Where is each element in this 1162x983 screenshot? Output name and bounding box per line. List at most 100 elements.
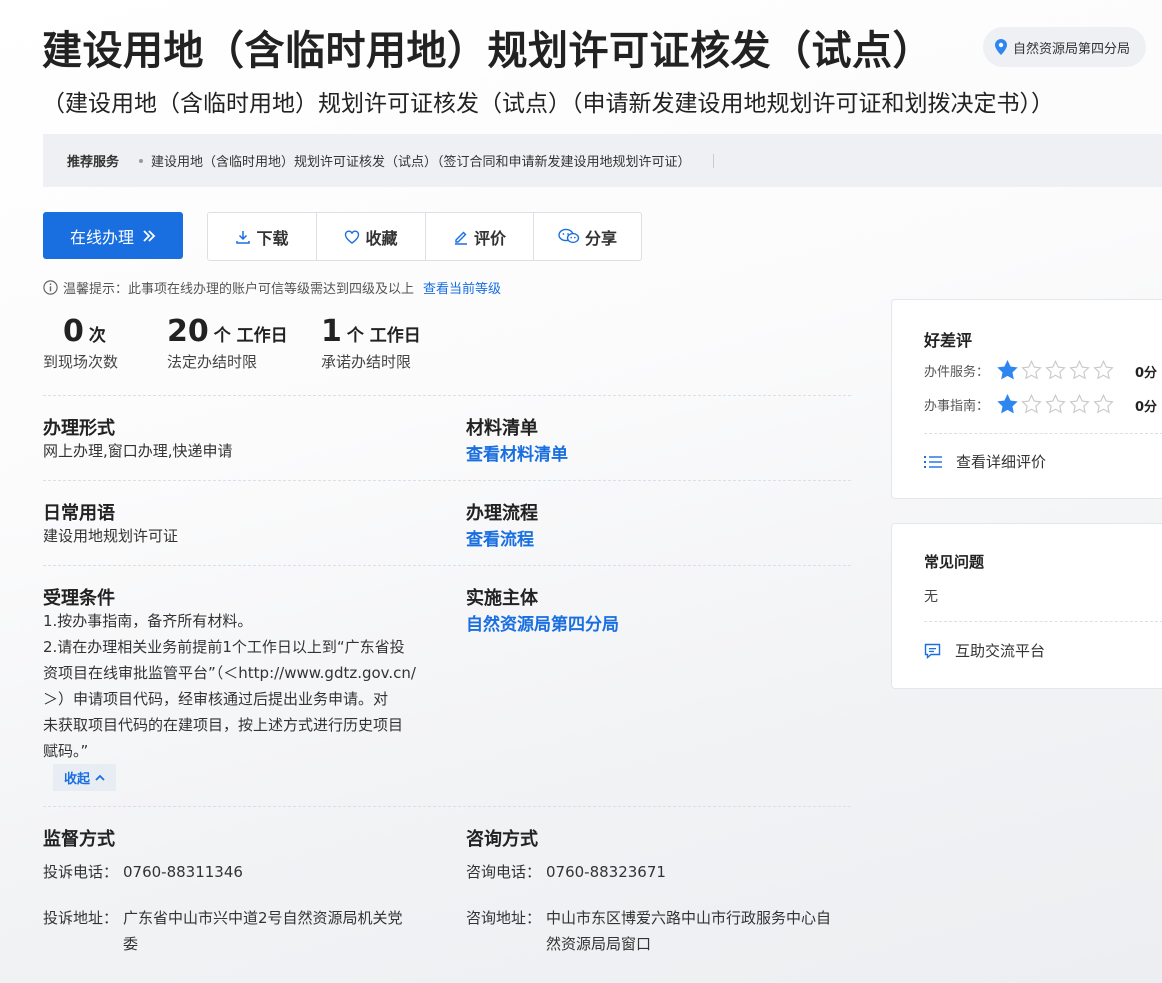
conditions-line: 1.按办事指南，备齐所有材料。	[43, 612, 253, 630]
star-rating	[997, 394, 1114, 414]
location-label: 自然资源局第四分局	[1013, 41, 1131, 57]
location-badge[interactable]: 自然资源局第四分局	[983, 27, 1147, 67]
list-icon	[924, 455, 942, 468]
complaint-address: 投诉地址： 广东省中山市兴中道2号自然资源局机关党 委	[43, 905, 403, 957]
complaint-phone-value: 0760-88311346	[123, 863, 243, 881]
stat-unit: 个 工作日	[346, 326, 421, 346]
location-pin-icon	[995, 39, 1007, 55]
view-process-link[interactable]: 查看流程	[466, 525, 534, 550]
process-title: 办理流程	[466, 503, 538, 524]
wechat-icon	[558, 228, 580, 244]
view-materials-link[interactable]: 查看材料清单	[466, 440, 568, 465]
favorite-button[interactable]: 收藏	[317, 213, 426, 260]
online-apply-button[interactable]: 在线办理	[43, 212, 183, 259]
divider	[924, 621, 1162, 622]
divider	[712, 153, 714, 168]
complaint-phone: 投诉电话： 0760-88311346	[43, 859, 243, 885]
download-button[interactable]: 下载	[208, 213, 317, 260]
form-title: 办理形式	[43, 418, 115, 439]
stat-value: 0	[63, 314, 84, 349]
rating-score: 0分	[1134, 366, 1157, 381]
detailed-review-label: 查看详细评价	[956, 453, 1047, 471]
common-term-value: 建设用地规划许可证	[43, 527, 179, 545]
star-empty-icon	[1069, 394, 1090, 414]
recommend-label: 推荐服务	[67, 155, 120, 170]
star-empty-icon	[1045, 360, 1066, 380]
bullet-dot	[139, 158, 144, 163]
faq-title: 常见问题	[924, 553, 985, 571]
collapse-button[interactable]: 收起	[53, 764, 116, 791]
star-empty-icon	[1021, 394, 1042, 414]
heart-icon	[345, 229, 360, 244]
rating-row: 办件服务：	[924, 360, 1114, 380]
star-empty-icon	[1093, 360, 1114, 380]
star-filled-icon	[997, 394, 1018, 414]
stat-value: 20	[167, 314, 209, 349]
supervision-title: 监督方式	[43, 829, 115, 850]
divider	[43, 565, 851, 566]
divider	[43, 806, 851, 807]
tip-line: 温馨提示：此事项在线办理的账户可信等级需达到四级及以上 查看当前等级	[43, 278, 501, 297]
faq-value: 无	[924, 589, 938, 605]
address-line: 中山市东区博爱六路中山市行政服务中心自	[546, 909, 832, 927]
chat-icon	[924, 643, 941, 659]
star-empty-icon	[1021, 360, 1042, 380]
chevron-up-icon	[95, 774, 105, 781]
favorite-label: 收藏	[365, 228, 398, 248]
consult-title: 咨询方式	[466, 829, 538, 850]
conditions-line: ＞）申请项目代码，经审核通过后提出业务申请。对	[43, 690, 389, 708]
double-chevron-right-icon	[143, 229, 156, 242]
tip-text: 温馨提示：此事项在线办理的账户可信等级需达到四级及以上	[63, 282, 415, 297]
address-line: 委	[123, 935, 139, 953]
conditions-line: 2.请在办理相关业务前提前1个工作日以上到“广东省投	[43, 638, 405, 656]
rating-panel: 好差评 办件服务： 0分 办事指南： 0分 查看详细评价	[891, 299, 1162, 499]
download-label: 下载	[256, 228, 289, 248]
consult-phone-value: 0760-88323671	[546, 863, 666, 881]
divider	[43, 480, 851, 481]
rating-label: 办事指南：	[924, 398, 990, 414]
stat-label: 法定办结时限	[167, 353, 258, 371]
stat-label: 承诺办结时限	[321, 353, 412, 371]
check-level-link[interactable]: 查看当前等级	[423, 278, 501, 297]
address-line: 然资源局局窗口	[546, 935, 652, 953]
address-line: 广东省中山市兴中道2号自然资源局机关党	[123, 909, 403, 927]
star-filled-icon	[997, 360, 1018, 380]
consult-address: 咨询地址： 中山市东区博爱六路中山市行政服务中心自 然资源局局窗口	[466, 905, 831, 957]
share-label: 分享	[584, 228, 617, 248]
recommend-bar: 推荐服务 建设用地（含临时用地）规划许可证核发（试点）（签订合同和申请新发建设用…	[43, 134, 1162, 187]
star-empty-icon	[1045, 394, 1066, 414]
edit-icon	[454, 231, 467, 245]
collapse-label: 收起	[63, 772, 90, 787]
form-value: 网上办理,窗口办理,快递申请	[43, 442, 233, 460]
subject-title: 实施主体	[466, 588, 538, 609]
conditions-line: 未获取项目代码的在建项目，按上述方式进行历史项目	[43, 716, 404, 734]
divider	[43, 395, 851, 396]
page-subtitle: （建设用地（含临时用地）规划许可证核发（试点）（申请新发建设用地规划许可证和划拨…	[42, 91, 1054, 117]
materials-title: 材料清单	[466, 418, 538, 439]
star-rating	[997, 360, 1114, 380]
stat-visits: 0次 到现场次数	[43, 314, 118, 372]
faq-panel: 常见问题 无 互助交流平台	[891, 523, 1162, 689]
page-title: 建设用地（含临时用地）规划许可证核发（试点）	[42, 28, 933, 74]
complaint-phone-label: 投诉电话：	[43, 863, 119, 881]
subject-link[interactable]: 自然资源局第四分局	[466, 610, 619, 635]
rating-label: 办件服务：	[924, 364, 990, 380]
stat-promised-limit: 1个 工作日 承诺办结时限	[321, 314, 421, 372]
action-button-group: 下载 收藏 评价 分享	[207, 212, 642, 261]
recommend-item[interactable]: 建设用地（含临时用地）规划许可证核发（试点）（签订合同和申请新发建设用地规划许可…	[151, 151, 691, 170]
star-empty-icon	[1069, 360, 1090, 380]
online-apply-label: 在线办理	[69, 227, 134, 247]
share-button[interactable]: 分享	[534, 213, 641, 260]
conditions-line: 资项目在线审批监管平台”（＜http://www.gdtz.gov.cn/	[43, 664, 416, 682]
stat-legal-limit: 20 个 工作日 法定办结时限	[167, 314, 288, 372]
conditions-text: 1.按办事指南，备齐所有材料。 2.请在办理相关业务前提前1个工作日以上到“广东…	[43, 608, 443, 764]
detailed-review-link[interactable]: 查看详细评价	[924, 451, 1046, 472]
review-label: 评价	[473, 228, 506, 248]
consult-phone: 咨询电话： 0760-88323671	[466, 859, 666, 885]
stat-unit: 个 工作日	[213, 326, 288, 346]
rating-title: 好差评	[924, 331, 973, 350]
consult-address-label: 咨询地址：	[466, 909, 542, 927]
mutual-help-link[interactable]: 互助交流平台	[924, 640, 1045, 661]
info-icon	[43, 280, 58, 295]
review-button[interactable]: 评价	[426, 213, 534, 260]
